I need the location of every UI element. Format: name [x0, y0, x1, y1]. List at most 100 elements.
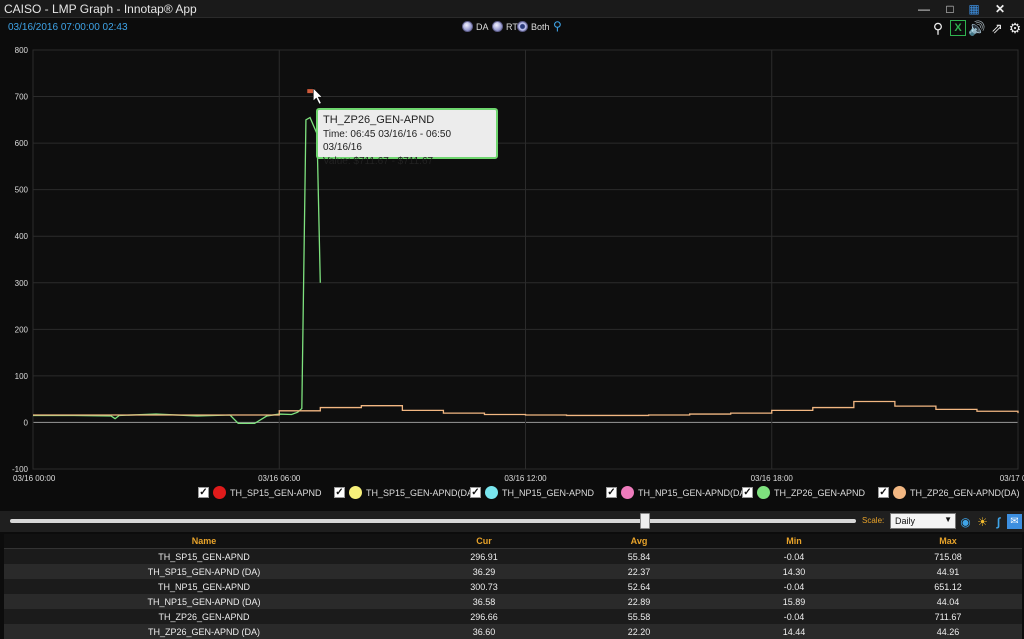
y-tick-label: 0 — [24, 418, 29, 427]
col-cur[interactable]: Cur — [404, 536, 564, 546]
legend-label: TH_ZP26_GEN-APND(DA) — [910, 487, 1020, 498]
table-row[interactable]: TH_SP15_GEN-APND 296.91 55.84 -0.04 715.… — [4, 549, 1022, 564]
legend-swatch — [621, 486, 634, 499]
scale-select[interactable]: Daily ▼ — [890, 513, 956, 529]
minimize-icon[interactable]: — — [912, 0, 936, 18]
cell-min: 15.89 — [782, 596, 806, 607]
tile-icon[interactable]: ▦ — [962, 0, 986, 18]
mode-both[interactable]: Both — [517, 21, 550, 32]
legend-swatch — [213, 486, 226, 499]
excel-icon[interactable]: X — [950, 20, 966, 36]
curve-icon[interactable]: ∫ — [991, 514, 1006, 529]
time-slider-bar: Scale: Daily ▼ ◉ ☀ ∫ ✉ — [0, 511, 1024, 532]
cell-cur: 36.58 — [472, 596, 496, 607]
cell-min: 14.30 — [782, 566, 806, 577]
tooltip-value: Value: $711.67 - $711.67 — [323, 155, 434, 167]
legend-swatch — [349, 486, 362, 499]
scale-label: Scale: — [862, 516, 885, 525]
legend-checkbox[interactable]: ✓ — [606, 487, 617, 498]
mode-da-radio[interactable] — [462, 21, 473, 32]
cell-name: TH_SP15_GEN-APND — [158, 551, 250, 562]
cell-avg: 55.84 — [627, 551, 651, 562]
legend-item[interactable]: ✓ TH_SP15_GEN-APND — [198, 486, 322, 499]
legend-item[interactable]: ✓ TH_SP15_GEN-APND(DA) — [334, 486, 476, 499]
table-row[interactable]: TH_SP15_GEN-APND (DA) 36.29 22.37 14.30 … — [4, 564, 1022, 579]
maximize-icon[interactable]: □ — [938, 0, 962, 18]
cell-min: 14.44 — [782, 626, 806, 637]
cell-name: TH_SP15_GEN-APND (DA) — [147, 566, 261, 577]
mode-da-label: DA — [476, 21, 489, 32]
legend-label: TH_NP15_GEN-APND — [502, 487, 595, 498]
legend-checkbox[interactable]: ✓ — [878, 487, 889, 498]
sun-icon[interactable]: ☀ — [975, 514, 990, 529]
mail-icon[interactable]: ✉ — [1007, 514, 1022, 529]
legend-checkbox[interactable]: ✓ — [198, 487, 209, 498]
col-max[interactable]: Max — [874, 536, 1022, 546]
legend-swatch — [893, 486, 906, 499]
location-pin-icon[interactable]: ⚲ — [553, 19, 562, 33]
cell-max: 711.67 — [934, 611, 962, 622]
legend-swatch — [485, 486, 498, 499]
legend-swatch — [757, 486, 770, 499]
mode-rt[interactable]: RT — [492, 21, 518, 32]
legend-label: TH_ZP26_GEN-APND — [774, 487, 866, 498]
chart-tooltip: TH_ZP26_GEN-APND Time: 06:45 03/16/16 - … — [316, 108, 498, 167]
legend-item[interactable]: ✓ TH_NP15_GEN-APND — [470, 486, 594, 499]
close-icon[interactable]: ✕ — [988, 0, 1012, 18]
mode-rt-radio[interactable] — [492, 21, 503, 32]
gear-icon[interactable]: ⚙ — [1007, 20, 1023, 36]
x-tick-label: 03/17 00:00 — [1000, 474, 1024, 483]
cell-cur: 300.73 — [470, 581, 498, 592]
table-header: Name Cur Avg Min Max — [4, 534, 1022, 549]
y-tick-label: 400 — [15, 232, 29, 241]
cell-name: TH_ZP26_GEN-APND — [158, 611, 250, 622]
tooltip-time: Time: 06:45 03/16/16 - 06:50 03/16/16 — [323, 128, 452, 154]
y-tick-label: 300 — [15, 279, 29, 288]
chart-legend: ✓ TH_SP15_GEN-APND ✓ TH_SP15_GEN-APND(DA… — [0, 486, 1024, 502]
cell-min: -0.04 — [783, 581, 805, 592]
legend-checkbox[interactable]: ✓ — [470, 487, 481, 498]
table-row[interactable]: TH_ZP26_GEN-APND (DA) 36.60 22.20 14.44 … — [4, 624, 1022, 639]
legend-checkbox[interactable]: ✓ — [334, 487, 345, 498]
cell-min: -0.04 — [783, 611, 805, 622]
scale-select-value: Daily — [895, 516, 916, 526]
mode-da[interactable]: DA — [462, 21, 489, 32]
popout-icon[interactable]: ⇗ — [989, 20, 1005, 36]
tooltip-title: TH_ZP26_GEN-APND — [323, 114, 435, 126]
cell-cur: 296.66 — [470, 611, 498, 622]
legend-label: TH_SP15_GEN-APND — [230, 487, 322, 498]
legend-checkbox[interactable]: ✓ — [742, 487, 753, 498]
table-row[interactable]: TH_NP15_GEN-APND (DA) 36.58 22.89 15.89 … — [4, 594, 1022, 609]
y-tick-label: 100 — [15, 372, 29, 381]
table-row[interactable]: TH_ZP26_GEN-APND 296.66 55.58 -0.04 711.… — [4, 609, 1022, 624]
speaker-icon[interactable]: 🔊 — [968, 20, 985, 36]
cell-max: 651.12 — [934, 581, 962, 592]
y-tick-label: -100 — [12, 465, 29, 474]
chevron-down-icon: ▼ — [944, 515, 952, 524]
mode-both-radio[interactable] — [517, 21, 528, 32]
legend-item[interactable]: ✓ TH_NP15_GEN-APND(DA) — [606, 486, 749, 499]
col-avg[interactable]: Avg — [564, 536, 714, 546]
title-bar: CAISO - LMP Graph - Innotap® App — □ ▦ ✕ — [0, 0, 1024, 18]
mode-both-label: Both — [531, 21, 550, 32]
window-title: CAISO - LMP Graph - Innotap® App — [4, 2, 197, 16]
legend-label: TH_SP15_GEN-APND(DA) — [366, 487, 477, 498]
cell-name: TH_ZP26_GEN-APND (DA) — [147, 626, 261, 637]
cell-cur: 36.60 — [472, 626, 496, 637]
col-name[interactable]: Name — [4, 536, 404, 546]
eye-icon[interactable]: ◉ — [958, 514, 973, 529]
lmp-chart[interactable]: 800 700 600 500 400 300 200 100 0 -100 03/16 00:00… — [0, 40, 1024, 491]
col-min[interactable]: Min — [714, 536, 874, 546]
time-slider-track[interactable] — [10, 519, 856, 523]
cell-max: 715.08 — [934, 551, 962, 562]
time-slider-handle[interactable] — [639, 513, 650, 529]
table-row[interactable]: TH_NP15_GEN-APND 300.73 52.64 -0.04 651.… — [4, 579, 1022, 594]
cell-min: -0.04 — [783, 551, 805, 562]
legend-item[interactable]: ✓ TH_ZP26_GEN-APND(DA) — [878, 486, 1020, 499]
search-icon[interactable]: ⚲ — [930, 20, 946, 36]
x-tick-label: 03/16 12:00 — [504, 474, 547, 483]
chart-svg[interactable]: 800 700 600 500 400 300 200 100 0 -10003/16 00:00… — [0, 40, 1024, 486]
cell-avg: 22.89 — [627, 596, 651, 607]
y-tick-label: 200 — [15, 325, 29, 334]
legend-item[interactable]: ✓ TH_ZP26_GEN-APND — [742, 486, 865, 499]
